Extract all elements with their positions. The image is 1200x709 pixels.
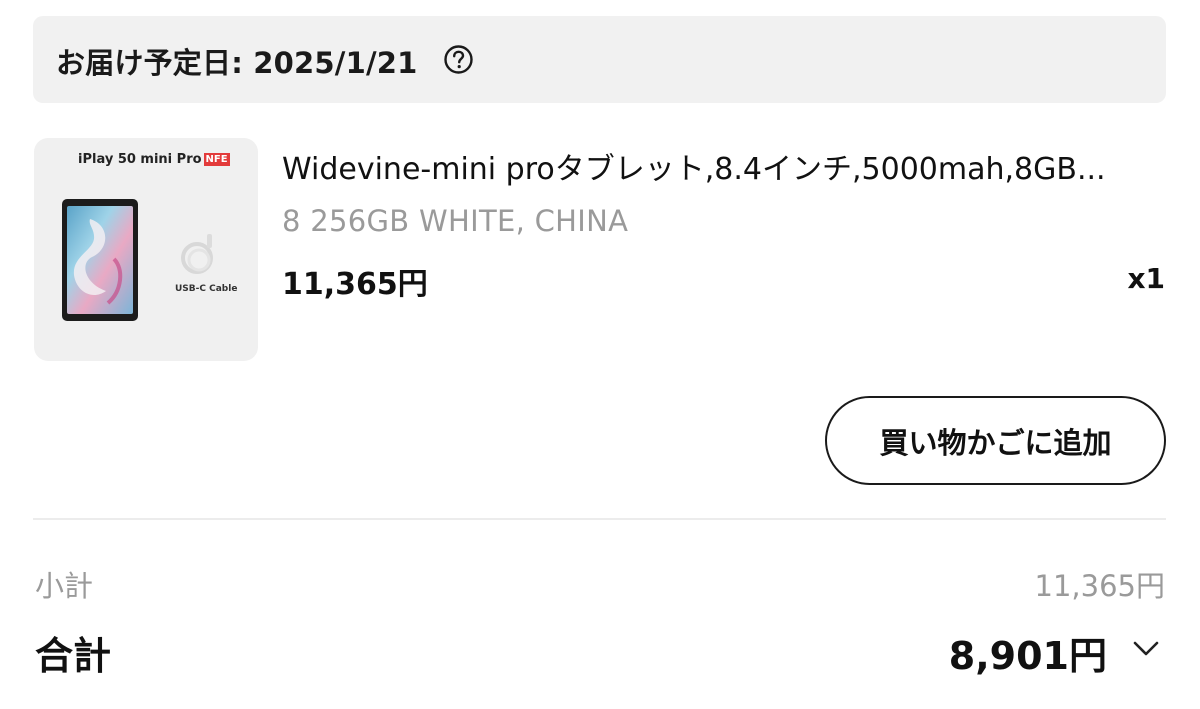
- chevron-down-icon[interactable]: [1131, 636, 1161, 660]
- cable-label: USB-C Cable: [175, 284, 238, 294]
- add-to-cart-button[interactable]: 買い物かごに追加: [825, 396, 1166, 485]
- question-circle-icon[interactable]: [443, 44, 474, 75]
- product-image-badge: NFE: [203, 153, 230, 166]
- subtotal-label: 小計: [35, 569, 94, 603]
- product-variant: 8 256GB WHITE, CHINA: [282, 204, 629, 238]
- divider: [33, 518, 1166, 520]
- product-image-title: iPlay 50 mini Pro NFE: [78, 152, 230, 167]
- total-label: 合計: [35, 634, 112, 678]
- product-price: 11,365円: [282, 267, 428, 302]
- delivery-date-bar: お届け予定日: 2025/1/21: [33, 16, 1166, 103]
- subtotal-value: 11,365円: [1034, 569, 1165, 603]
- tablet-illustration: [62, 199, 138, 321]
- product-name[interactable]: Widevine-mini proタブレット,8.4インチ,5000mah,8G…: [282, 144, 1162, 188]
- product-quantity: x1: [1127, 262, 1165, 295]
- delivery-date-text: お届け予定日: 2025/1/21: [56, 46, 418, 80]
- usb-c-cable-illustration: [181, 234, 213, 274]
- total-value: 8,901円: [948, 634, 1107, 678]
- product-image[interactable]: iPlay 50 mini Pro NFE USB-C Cable: [34, 138, 258, 361]
